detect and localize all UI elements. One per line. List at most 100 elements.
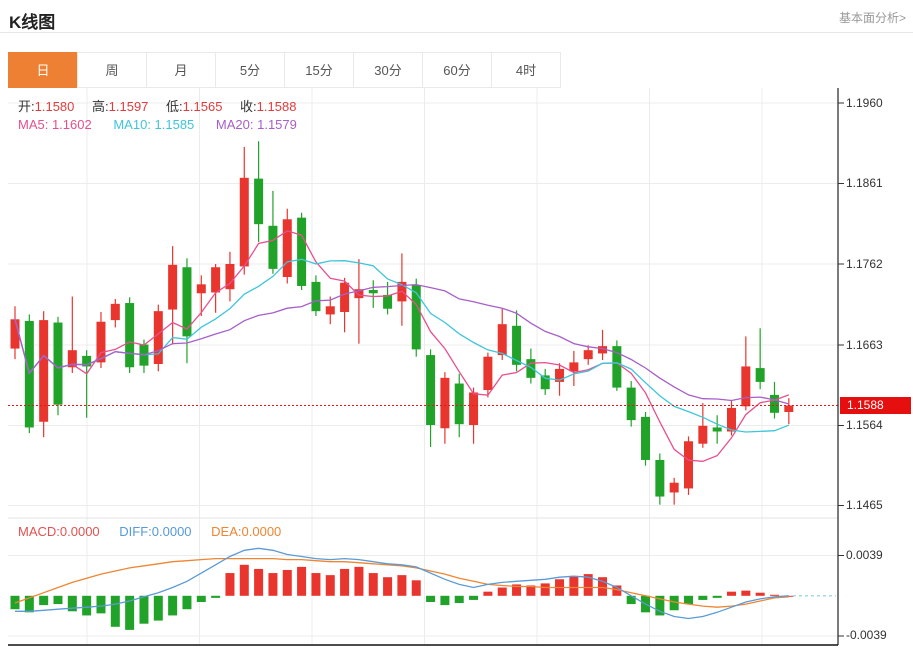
ohlc-legend: 开:1.1580 高:1.1597 低:1.1565 收:1.1588 — [18, 96, 310, 115]
macd-bar — [39, 595, 49, 606]
candle-body — [110, 303, 120, 321]
candle-body — [153, 311, 163, 365]
candle-body — [10, 319, 20, 349]
close-label: 收: — [240, 99, 257, 114]
macd-bar — [483, 591, 493, 596]
candle-body — [497, 324, 507, 356]
macd-bar — [383, 577, 393, 596]
macd-bar — [426, 595, 436, 602]
macd-bar — [755, 592, 765, 596]
candle-body — [53, 322, 63, 405]
candle-body — [311, 281, 321, 312]
open-value: 1.1580 — [34, 99, 75, 114]
candle-body — [454, 383, 464, 425]
low-value: 1.1565 — [182, 99, 223, 114]
candle-body — [583, 350, 593, 360]
macd-bar — [741, 590, 751, 596]
macd-bar — [340, 568, 350, 596]
macd-bar — [698, 595, 708, 600]
macd-bar — [168, 595, 178, 616]
candle-body — [669, 482, 679, 493]
candle-body — [469, 392, 479, 425]
y-axis-label: 1.1465 — [846, 498, 883, 512]
macd-bar — [440, 595, 450, 606]
candle-body — [698, 425, 708, 444]
macd-bar — [769, 594, 779, 596]
macd-bar — [211, 595, 221, 598]
macd-bar — [569, 576, 579, 596]
ma-legend: MA5: 1.1602 MA10: 1.1585 MA20: 1.1579 — [18, 117, 297, 132]
macd-bar — [268, 573, 278, 596]
macd-bar — [540, 583, 550, 596]
macd-bar — [139, 595, 149, 624]
close-value: 1.1588 — [256, 99, 297, 114]
candle-body — [254, 178, 264, 225]
macd-bar — [225, 573, 235, 596]
macd-bar — [182, 595, 192, 610]
y-axis-label: 1.1861 — [846, 176, 883, 190]
y-axis-label: 1.1564 — [846, 418, 883, 432]
candle-body — [426, 355, 436, 425]
candle-body — [684, 441, 694, 489]
candle-body — [168, 264, 178, 310]
macd-bar — [354, 566, 364, 596]
macd-bar — [325, 575, 335, 596]
candle-body — [440, 377, 450, 429]
high-label: 高: — [92, 99, 109, 114]
candle-body — [741, 366, 751, 407]
candle-body — [569, 362, 579, 372]
candle-body — [641, 416, 651, 460]
macd-bar — [712, 595, 722, 598]
candle-body — [769, 394, 779, 413]
macd-bar — [397, 575, 407, 596]
candle-body — [626, 387, 636, 421]
candle-body — [483, 356, 493, 391]
macd-bar — [239, 564, 249, 596]
macd-bar — [53, 595, 63, 605]
candle-body — [297, 217, 307, 286]
candle-body — [211, 267, 221, 293]
current-price-tag: 1.1588 — [840, 397, 911, 414]
low-label: 低: — [166, 99, 183, 114]
macd-legend: MACD:0.0000 DIFF:0.0000 DEA:0.0000 — [18, 524, 281, 539]
ma20-legend: MA20: 1.1579 — [215, 117, 297, 132]
candle-body — [755, 368, 765, 382]
macd-bar — [254, 568, 264, 596]
ma5-legend: MA5: 1.1602 — [18, 117, 92, 132]
macd-bar — [469, 595, 479, 600]
macd-bar — [311, 573, 321, 596]
candle-body — [125, 303, 135, 368]
y-axis-label: 1.1762 — [846, 257, 883, 271]
candle-body — [712, 427, 722, 432]
candle-body — [526, 359, 536, 378]
macd-bar — [727, 591, 736, 596]
macd-bar — [411, 580, 421, 596]
candle-body — [268, 225, 278, 269]
candle-body — [325, 306, 335, 315]
candle-body — [196, 284, 206, 294]
candle-body — [239, 177, 249, 267]
macd-axis-label: 0.0039 — [846, 548, 883, 562]
macd-bar — [684, 595, 694, 605]
macd-bar — [82, 595, 92, 616]
macd-bar — [110, 595, 120, 627]
macd-bar — [497, 587, 507, 596]
candle-body — [282, 219, 292, 278]
macd-bar — [282, 569, 292, 596]
ma10-legend: MA10: 1.1585 — [113, 117, 195, 132]
macd-bar — [96, 595, 106, 614]
dea-value: DEA:0.0000 — [211, 524, 282, 539]
macd-bar — [368, 573, 378, 596]
candle-body — [655, 459, 665, 497]
macd-bar — [297, 566, 307, 596]
high-value: 1.1597 — [108, 99, 149, 114]
y-axis-label: 1.1960 — [846, 96, 883, 110]
y-axis-label: 1.1663 — [846, 338, 883, 352]
candle-body — [727, 407, 736, 432]
candle-body — [784, 405, 794, 412]
candle-body — [383, 294, 393, 309]
macd-bar — [454, 595, 464, 604]
macd-value: MACD:0.0000 — [18, 524, 100, 539]
open-label: 开: — [18, 99, 35, 114]
candle-body — [411, 285, 421, 350]
